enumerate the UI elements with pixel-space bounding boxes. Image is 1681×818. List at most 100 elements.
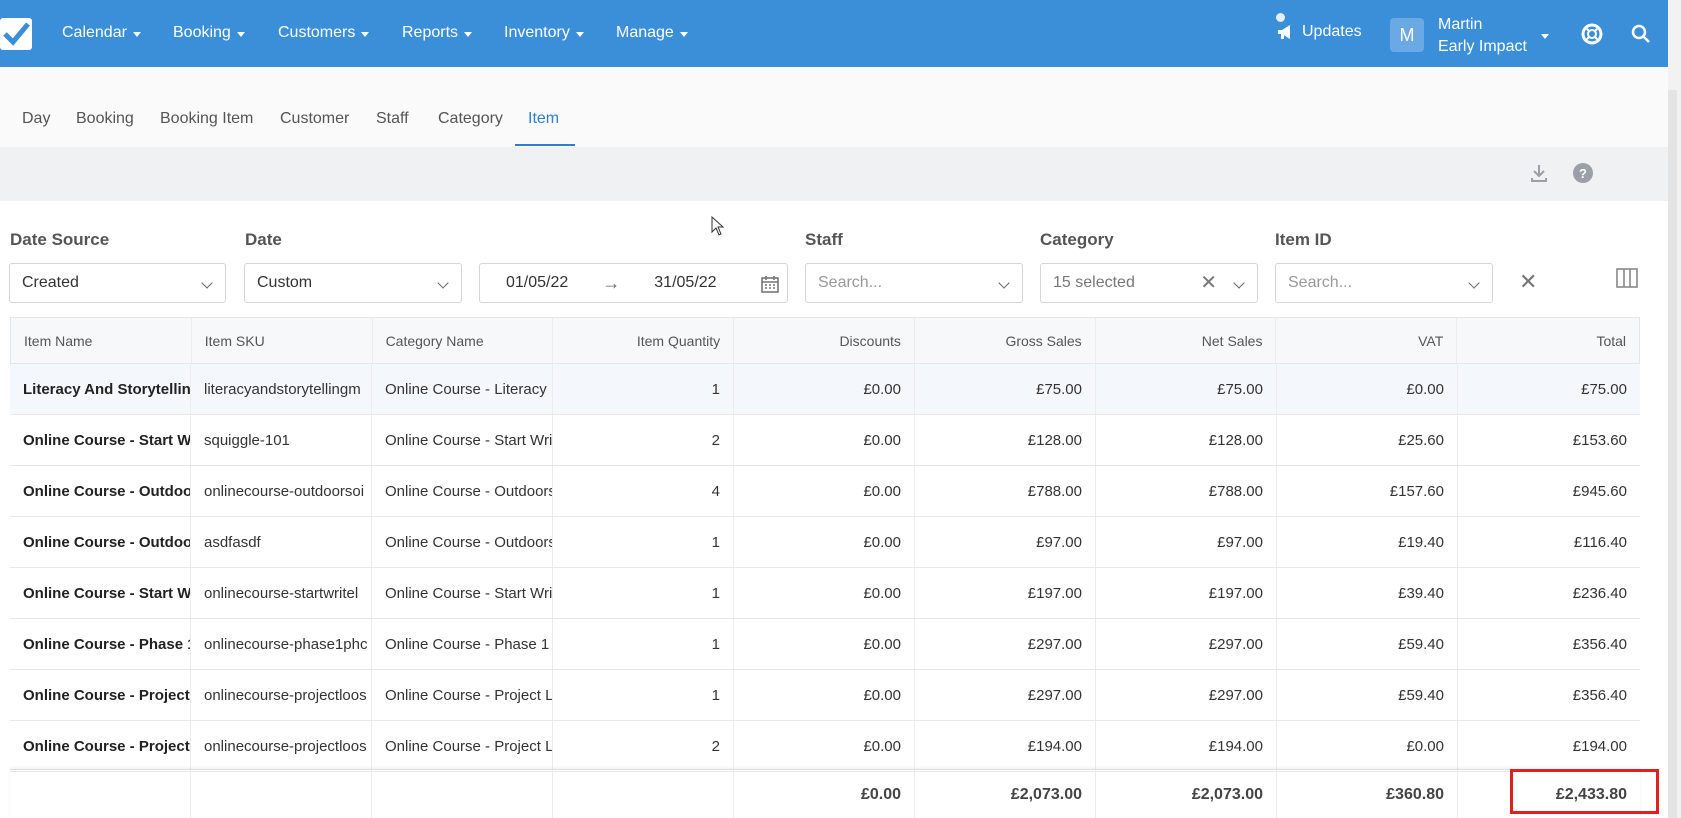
- chevron-down-icon: [132, 31, 141, 37]
- nav-reports[interactable]: Reports: [402, 24, 473, 42]
- calendar-icon[interactable]: [760, 274, 780, 294]
- table-row[interactable]: Online Course - Outdoor asdfasdf Online Co…: [10, 517, 1640, 568]
- report-toolbar: ?: [0, 147, 1668, 201]
- nav-manage-label: Manage: [616, 24, 674, 41]
- total-cell: [191, 770, 372, 818]
- table-cell: £0.00: [1277, 721, 1458, 771]
- date-range-select[interactable]: Custom: [244, 263, 462, 303]
- nav-calendar-label: Calendar: [62, 24, 127, 41]
- tab-item[interactable]: Item: [528, 110, 559, 128]
- staff-placeholder: Search...: [818, 274, 883, 291]
- table-cell: £75.00: [1581, 380, 1627, 398]
- table-cell: onlinecourse-startwritel: [191, 568, 372, 618]
- table-row[interactable]: Online Course - Start Wr onlinecourse-sta…: [10, 568, 1640, 619]
- header-total[interactable]: Total: [1457, 318, 1639, 363]
- chevron-down-icon: [1468, 277, 1480, 289]
- updates-label: Updates: [1302, 23, 1362, 40]
- staff-label: Staff: [805, 230, 843, 249]
- clear-filters-icon[interactable]: ✕: [1519, 269, 1537, 295]
- nav-booking-label: Booking: [173, 24, 231, 41]
- table-header: Item Name Item SKU Category Name Item Qu…: [10, 317, 1640, 364]
- staff-search-select[interactable]: Search...: [805, 263, 1023, 303]
- header-item-quantity[interactable]: Item Quantity: [553, 318, 735, 363]
- table-row[interactable]: Literacy And Storytelling literacyandstor…: [10, 364, 1640, 415]
- table-row[interactable]: Online Course - Outdoor onlinecourse-outd…: [10, 466, 1640, 517]
- table-cell: £356.40: [1572, 635, 1627, 653]
- table-cell: £59.40: [1277, 670, 1458, 720]
- header-gross-sales[interactable]: Gross Sales: [915, 318, 1096, 363]
- table-cell: Online Course - Start Wri: [372, 568, 553, 618]
- category-label: Category: [1040, 230, 1114, 249]
- table-cell: 4: [553, 466, 734, 516]
- nav-customers[interactable]: Customers: [278, 24, 370, 42]
- nav-manage[interactable]: Manage: [616, 24, 688, 42]
- app-logo[interactable]: [0, 18, 32, 50]
- table-cell: Online Course - Literacy: [372, 364, 553, 414]
- table-cell: £297.00: [915, 619, 1096, 669]
- table-cell: £236.40: [1572, 584, 1627, 602]
- table-row[interactable]: Online Course - Project Lonlinecourse-pr…: [10, 670, 1640, 721]
- company-name: Early Impact: [1438, 38, 1527, 55]
- table-cell: £128.00: [915, 415, 1096, 465]
- category-multiselect[interactable]: 15 selected ✕: [1040, 263, 1258, 303]
- header-net-sales[interactable]: Net Sales: [1096, 318, 1277, 363]
- nav-booking[interactable]: Booking: [173, 24, 245, 42]
- header-vat[interactable]: VAT: [1276, 318, 1458, 363]
- date-to-input[interactable]: 31/05/22: [654, 274, 716, 292]
- table-cell: 2: [553, 721, 734, 771]
- table-cell: £0.00: [734, 670, 915, 720]
- table-cell: £194.00: [1096, 721, 1277, 771]
- total-vat: £360.80: [1277, 770, 1458, 818]
- nav-calendar[interactable]: Calendar: [62, 24, 141, 42]
- table-cell: £0.00: [734, 721, 915, 771]
- chevron-down-icon[interactable]: [1541, 34, 1549, 39]
- table-cell: literacyandstorytellingm: [191, 364, 372, 414]
- scrollbar-thumb[interactable]: [1668, 90, 1677, 818]
- table-cell: Online Course - Outdoors: [372, 517, 553, 567]
- tab-booking[interactable]: Booking: [76, 110, 134, 128]
- tab-customer[interactable]: Customer: [280, 110, 349, 128]
- arrow-right-icon: →: [602, 272, 621, 293]
- table-cell: £0.00: [734, 364, 915, 414]
- highlight-box: [1510, 769, 1659, 814]
- table-cell: £945.60: [1572, 482, 1627, 500]
- table-cell: Online Course - Project L: [372, 721, 553, 771]
- table-row[interactable]: Online Course - Project Lonlinecourse-pr…: [10, 721, 1640, 772]
- tab-staff[interactable]: Staff: [376, 110, 409, 128]
- updates-button[interactable]: Updates: [1276, 23, 1362, 41]
- tab-day[interactable]: Day: [22, 110, 50, 128]
- date-range-value: Custom: [257, 274, 313, 291]
- header-item-name[interactable]: Item Name: [11, 318, 192, 363]
- item-id-search-select[interactable]: Search...: [1275, 263, 1493, 303]
- nav-inventory[interactable]: Inventory: [504, 24, 584, 42]
- tab-category[interactable]: Category: [438, 110, 503, 128]
- header-item-sku[interactable]: Item SKU: [192, 318, 373, 363]
- date-range-picker[interactable]: 01/05/22 → 31/05/22: [479, 263, 788, 303]
- search-icon[interactable]: [1631, 24, 1651, 44]
- header-category-name[interactable]: Category Name: [373, 318, 554, 363]
- table-cell: £0.00: [734, 466, 915, 516]
- table-row[interactable]: Online Course - Phase 1 onlinecourse-phas…: [10, 619, 1640, 670]
- table-cell: £194.00: [1572, 737, 1627, 755]
- table-cell: 2: [553, 415, 734, 465]
- avatar[interactable]: M: [1390, 18, 1424, 52]
- table-cell: £356.40: [1572, 686, 1627, 704]
- lifebuoy-icon[interactable]: [1581, 23, 1603, 45]
- table-cell: £297.00: [1096, 619, 1277, 669]
- user-menu[interactable]: Martin Early Impact: [1438, 14, 1527, 58]
- table-cell: onlinecourse-projectloos: [191, 721, 372, 771]
- user-name: Martin: [1438, 16, 1483, 33]
- columns-icon[interactable]: [1616, 268, 1638, 288]
- header-discounts[interactable]: Discounts: [734, 318, 915, 363]
- table-row[interactable]: Online Course - Start Wr squiggle-101 Onli…: [10, 415, 1640, 466]
- clear-category-icon[interactable]: ✕: [1200, 270, 1217, 295]
- tab-booking-item[interactable]: Booking Item: [160, 110, 253, 128]
- help-icon[interactable]: ?: [1573, 163, 1593, 183]
- table-cell: Online Course - Project L: [10, 721, 191, 771]
- notification-dot: [1276, 13, 1285, 22]
- date-from-input[interactable]: 01/05/22: [506, 274, 568, 292]
- date-source-select[interactable]: Created: [9, 263, 226, 303]
- table-cell: 1: [553, 568, 734, 618]
- item-id-label: Item ID: [1275, 230, 1332, 249]
- download-icon[interactable]: [1529, 163, 1549, 183]
